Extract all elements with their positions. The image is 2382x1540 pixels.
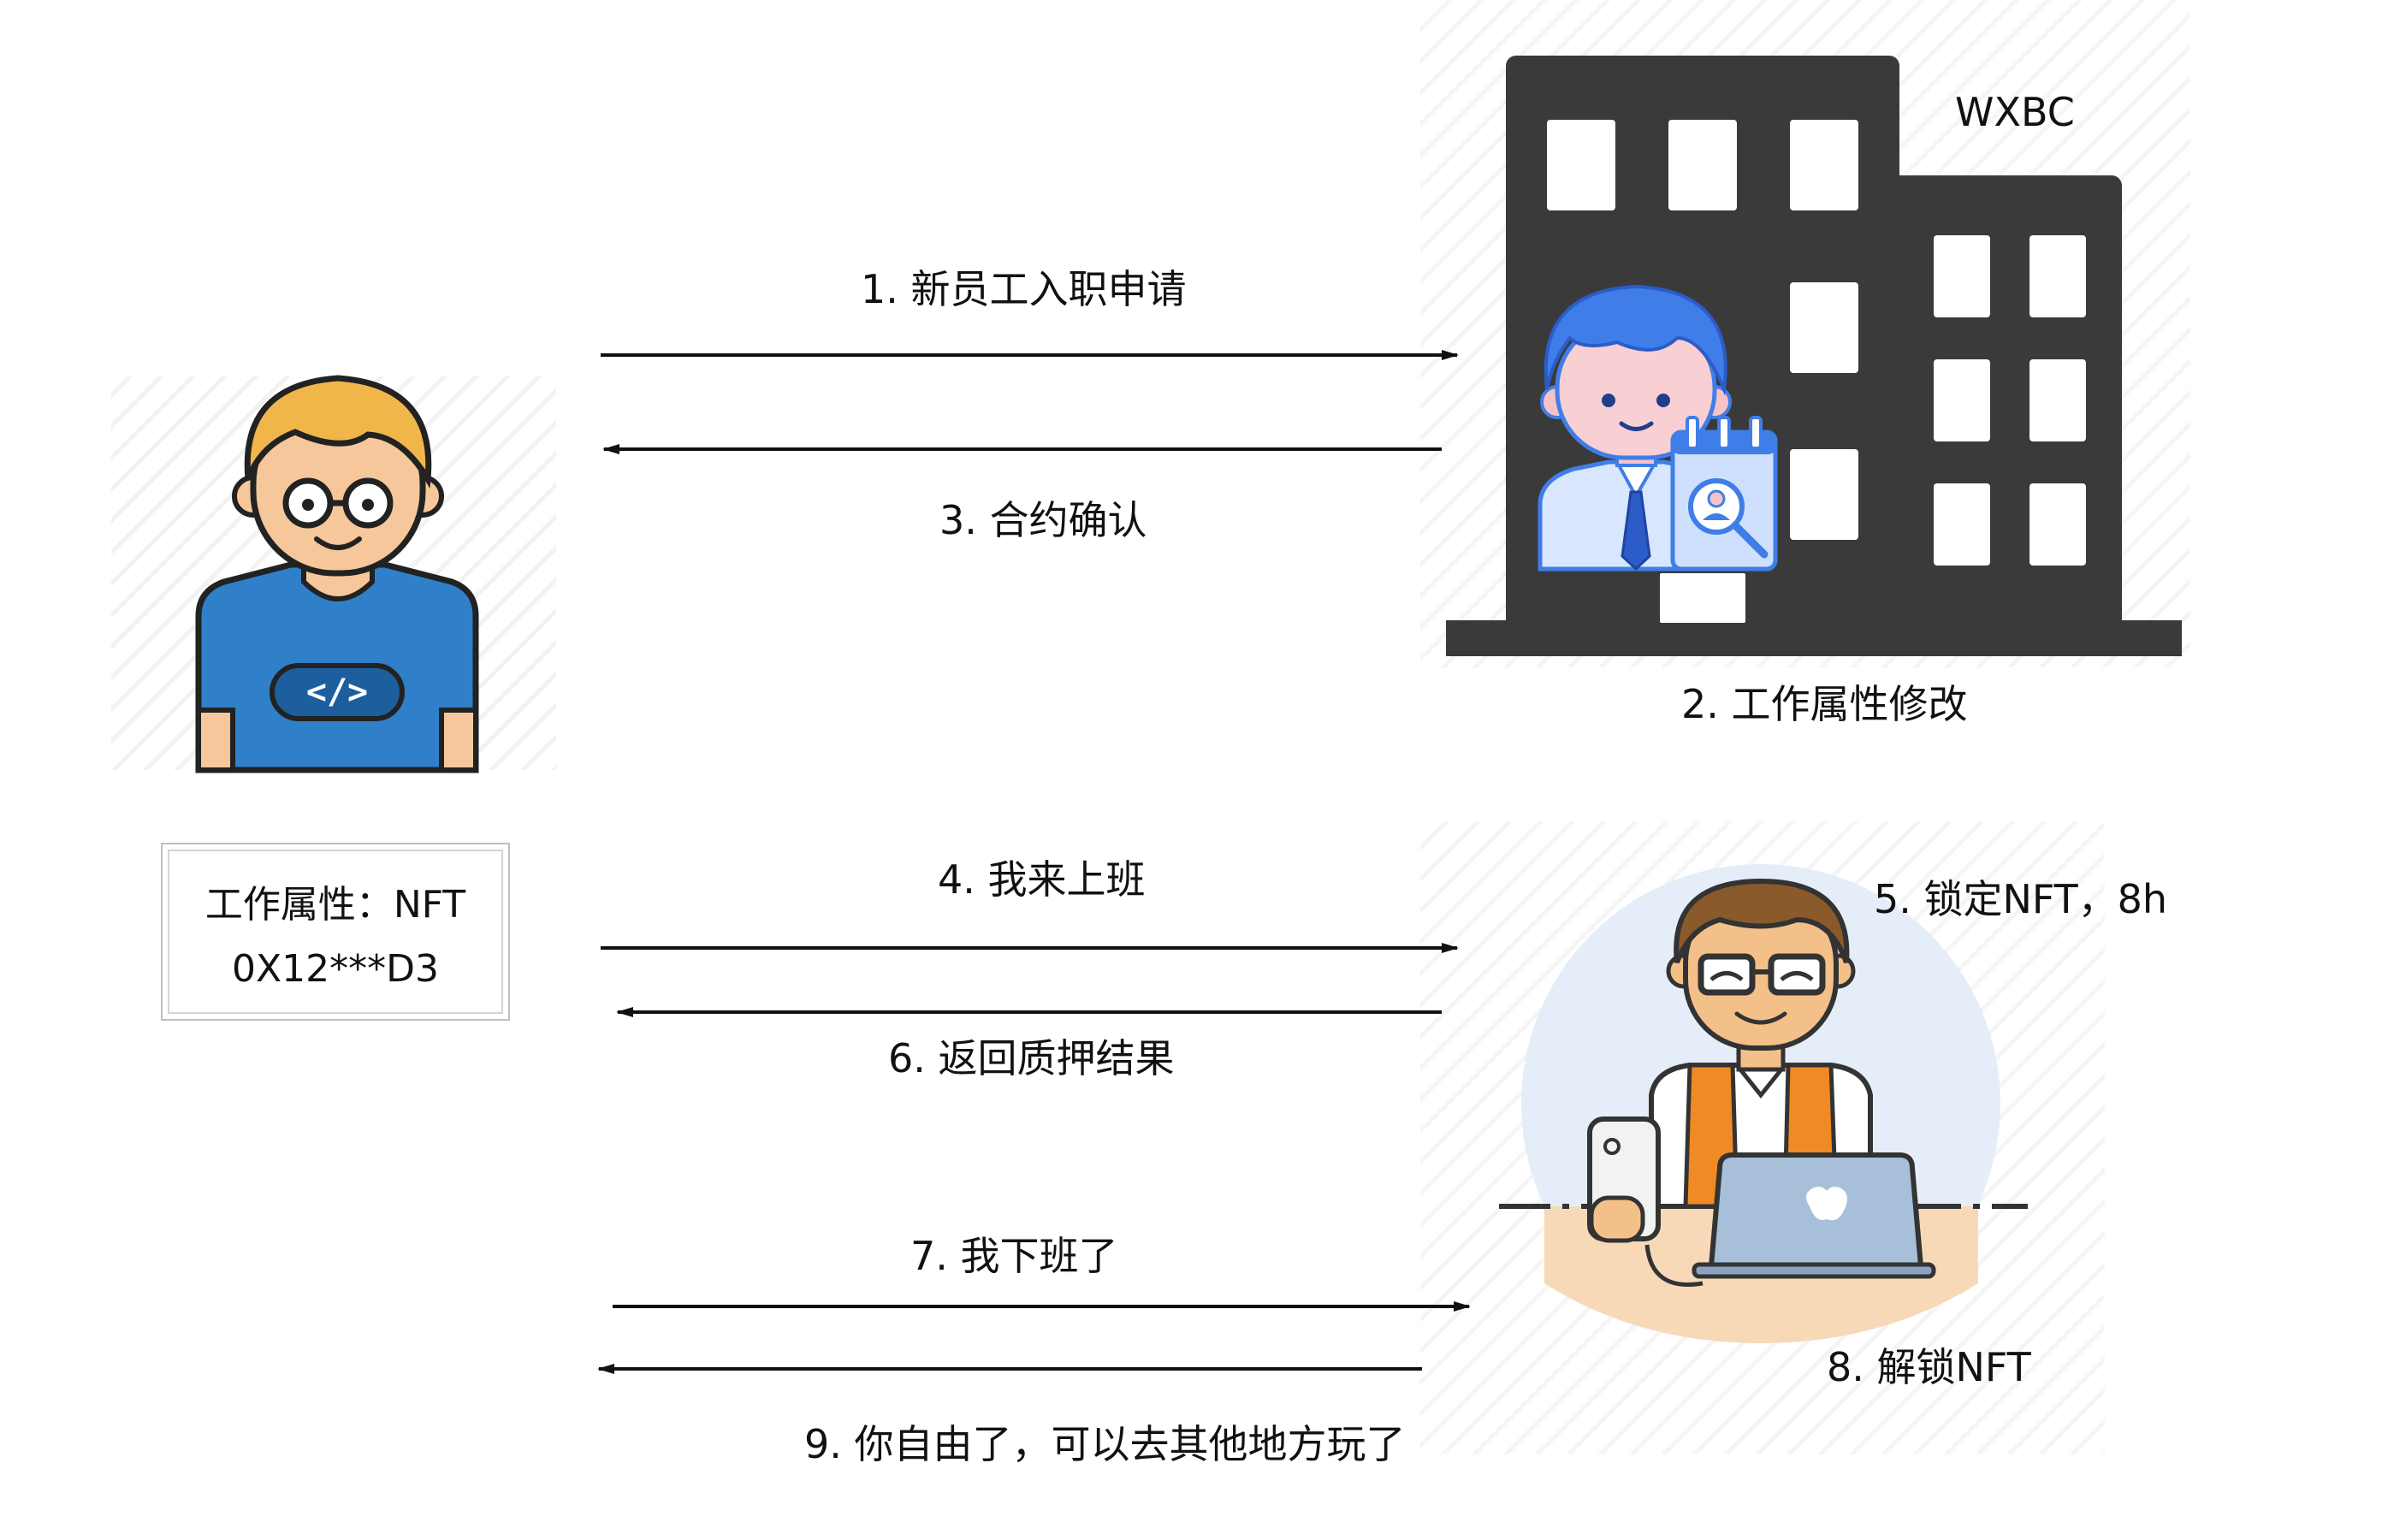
company-label: WXBC (1955, 89, 2075, 135)
step6-label: 6. 返回质押结果 (888, 1035, 1175, 1081)
flow-diagram: </> (111, 0, 2190, 1454)
step1-label: 1. 新员工入职申请 (861, 266, 1187, 312)
step4-label: 4. 我来上班 (938, 856, 1146, 903)
step8-label: 8. 解锁NFT (1827, 1344, 2031, 1390)
step2-label: 2. 工作属性修改 (1681, 681, 1968, 727)
nft-attribute-line: 工作属性：NFT (204, 882, 466, 927)
step5-label: 5. 锁定NFT，8h (1874, 876, 2168, 922)
svg-text:</>: </> (306, 672, 368, 712)
nft-attribute-box: 工作属性：NFT 0X12***D3 (161, 843, 510, 1021)
step7-label: 7. 我下班了 (910, 1233, 1118, 1279)
step3-label: 3. 合约确认 (939, 497, 1147, 543)
nft-address-line: 0X12***D3 (232, 946, 439, 991)
step9-label: 9. 你自由了，可以去其他地方玩了 (804, 1421, 1406, 1467)
